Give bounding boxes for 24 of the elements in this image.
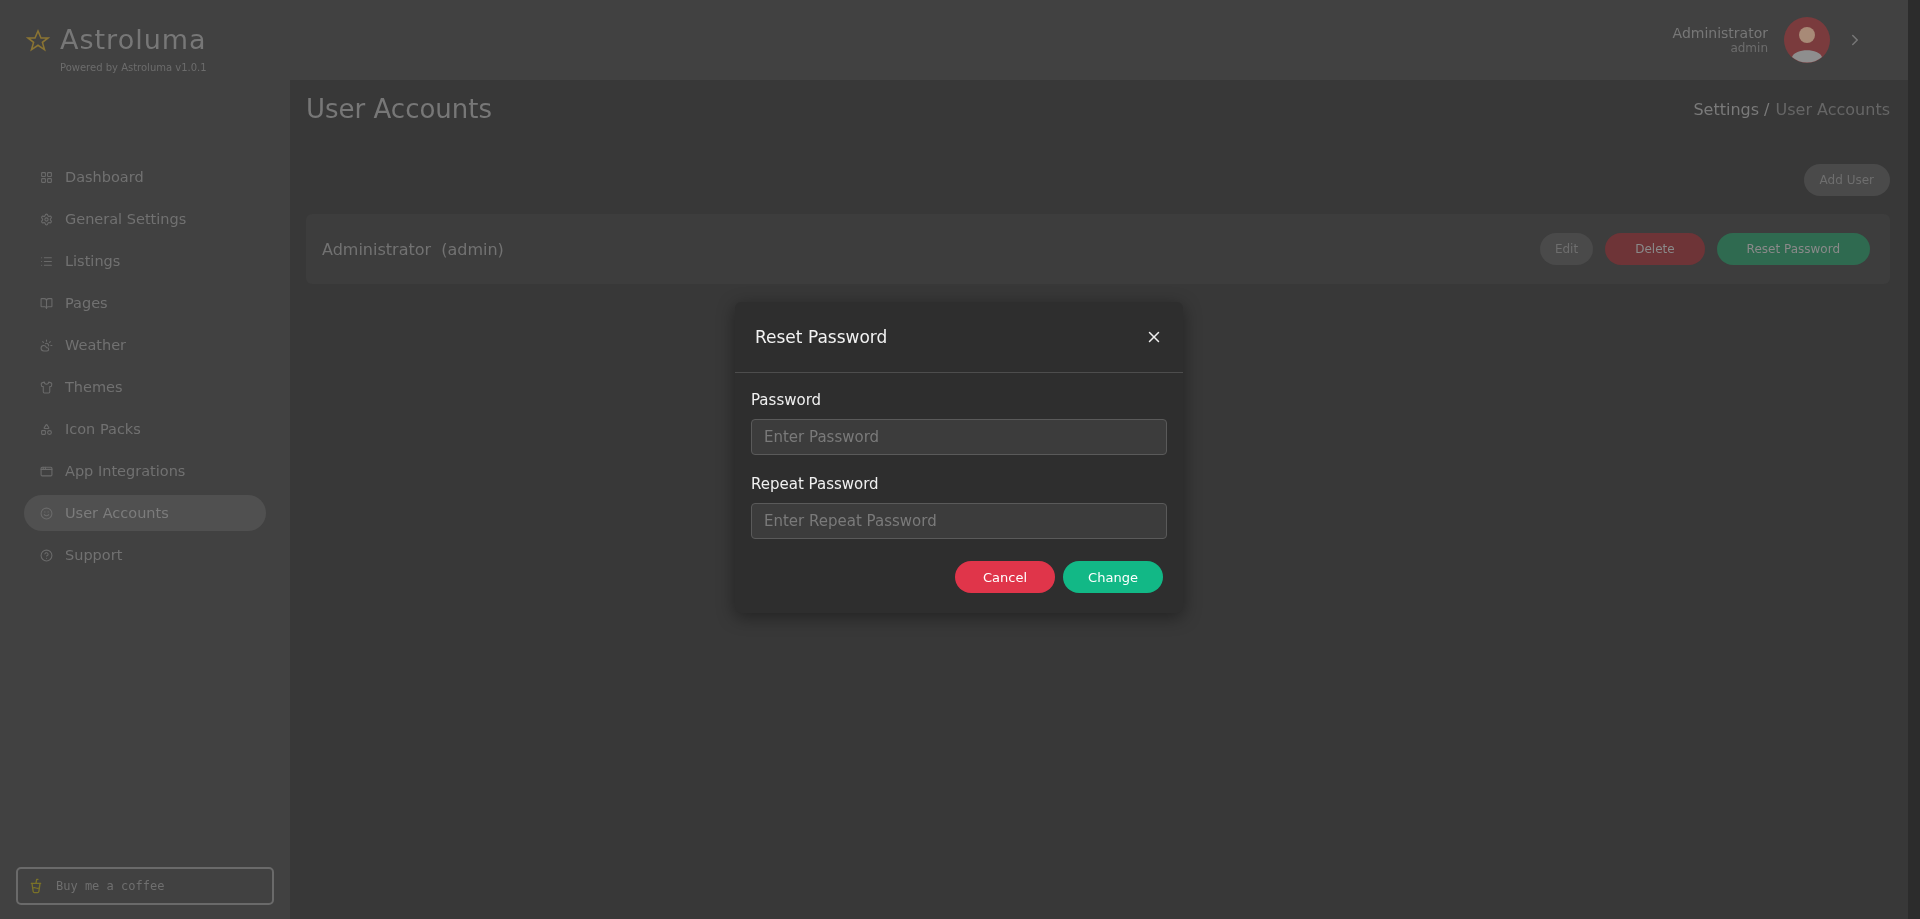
- dialog-button[interactable]: Change: [1063, 561, 1163, 593]
- password-field[interactable]: Enter Repeat Password: [751, 503, 1167, 539]
- sidebar-item-icon: [40, 254, 53, 268]
- sidebar-item-icon: [40, 338, 53, 352]
- sidebar-item-icon: [40, 170, 53, 184]
- sidebar-item-icon: [40, 548, 53, 562]
- page-title: User Accounts: [306, 94, 493, 124]
- password-field[interactable]: Enter Password: [751, 419, 1167, 455]
- avatar[interactable]: [1784, 17, 1830, 63]
- field-label: Repeat Password: [751, 475, 880, 493]
- field-label: Password: [751, 391, 823, 409]
- sidebar-item-icon: [40, 296, 53, 310]
- action-button[interactable]: Reset Password: [1716, 233, 1870, 265]
- breadcrumb-item[interactable]: Settings /: [1693, 99, 1770, 119]
- dialog-button[interactable]: Cancel: [955, 561, 1055, 593]
- sidebar-item-icon: [40, 506, 53, 520]
- sidebar-item-icon: [40, 464, 53, 478]
- cup-icon: [28, 878, 44, 894]
- sidebar-item-icon: [40, 212, 53, 226]
- star-logo-icon: [26, 28, 50, 54]
- sidebar-item-icon: [40, 422, 53, 436]
- action-button[interactable]: Delete: [1605, 233, 1705, 265]
- sidebar-item-icon: [40, 380, 53, 394]
- dialog-title: Reset Password: [755, 327, 888, 347]
